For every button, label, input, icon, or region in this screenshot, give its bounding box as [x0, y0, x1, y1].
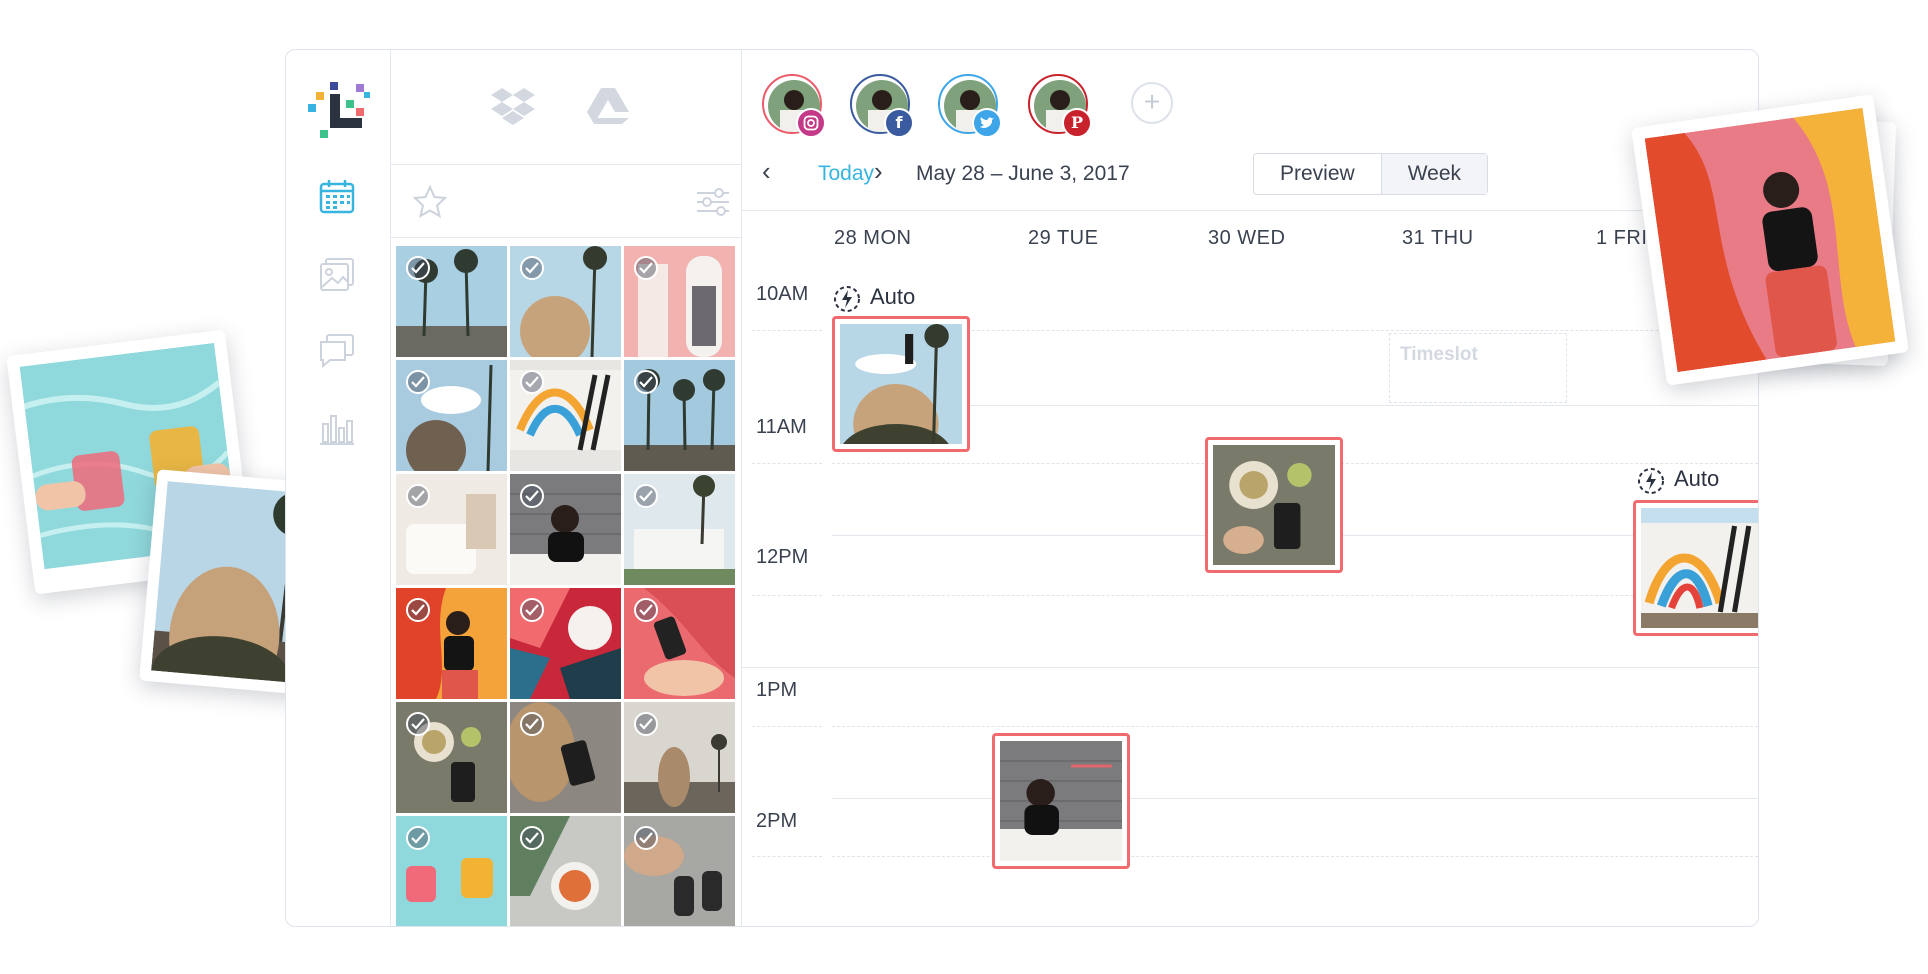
day-header-wed: 30 WED	[1208, 227, 1286, 249]
day-header-tue: 29 TUE	[1028, 227, 1099, 249]
polaroid-selfie	[1631, 94, 1909, 386]
selected-check-icon[interactable]	[406, 370, 430, 394]
twitter-icon	[972, 108, 1002, 138]
account-avatar-twitter[interactable]	[938, 74, 1002, 138]
add-account-button[interactable]: +	[1131, 82, 1173, 124]
prev-week-button[interactable]: ‹	[762, 156, 771, 187]
date-range-label: May 28 – June 3, 2017	[916, 162, 1130, 185]
conversations-icon[interactable]	[318, 332, 356, 370]
media-thumb[interactable]	[624, 360, 735, 471]
selected-check-icon[interactable]	[520, 712, 544, 736]
media-thumb[interactable]	[396, 474, 507, 585]
google-drive-icon[interactable]	[587, 88, 629, 124]
time-label-10am: 10AM	[756, 283, 809, 305]
view-switcher: Preview Week	[1253, 153, 1489, 195]
instagram-icon	[796, 108, 826, 138]
media-thumb[interactable]	[624, 474, 735, 585]
app-logo-icon	[308, 82, 370, 138]
next-week-button[interactable]: ›	[874, 156, 883, 187]
gutter-line	[752, 330, 822, 331]
media-thumb[interactable]	[396, 816, 507, 926]
selected-check-icon[interactable]	[406, 484, 430, 508]
account-avatar-instagram[interactable]	[762, 74, 826, 138]
media-library-icon[interactable]	[318, 255, 356, 293]
day-header-fri: 1 FRI	[1596, 227, 1648, 249]
dropbox-icon[interactable]	[491, 86, 535, 126]
selected-check-icon[interactable]	[520, 484, 544, 508]
selected-check-icon[interactable]	[406, 598, 430, 622]
media-thumb[interactable]	[510, 816, 621, 926]
media-thumb[interactable]	[624, 816, 735, 926]
day-header-mon: 28 MON	[834, 227, 912, 249]
selected-check-icon[interactable]	[520, 370, 544, 394]
sliders-icon[interactable]	[697, 187, 729, 217]
media-thumb[interactable]	[396, 588, 507, 699]
account-avatar-facebook[interactable]: f	[850, 74, 914, 138]
library-filter-bar	[391, 165, 741, 238]
gutter-line	[752, 856, 822, 857]
selected-check-icon[interactable]	[634, 712, 658, 736]
day-header-thu: 31 THU	[1402, 227, 1474, 249]
account-avatar-pinterest[interactable]: P	[1028, 74, 1092, 138]
hour-line	[742, 667, 1758, 668]
selected-check-icon[interactable]	[634, 256, 658, 280]
selected-check-icon[interactable]	[406, 826, 430, 850]
media-thumb[interactable]	[510, 702, 621, 813]
media-thumb[interactable]	[510, 474, 621, 585]
selected-check-icon[interactable]	[406, 712, 430, 736]
gutter-line	[752, 463, 822, 464]
half-hour-line	[832, 726, 1758, 727]
selected-check-icon[interactable]	[406, 256, 430, 280]
facebook-icon: f	[884, 108, 914, 138]
media-thumb[interactable]	[510, 360, 621, 471]
week-view-button[interactable]: Week	[1380, 154, 1488, 194]
scheduled-post-tue[interactable]	[992, 733, 1130, 869]
auto-publish-icon	[1638, 468, 1664, 494]
app-window: f P + ‹ Today › May 28 – June 3, 2017 Pr…	[285, 49, 1759, 927]
selected-check-icon[interactable]	[520, 256, 544, 280]
scheduled-post-mon[interactable]	[832, 316, 970, 452]
media-thumb[interactable]	[624, 246, 735, 357]
star-icon[interactable]	[413, 185, 447, 219]
scheduled-post-fri[interactable]	[1633, 500, 1758, 636]
selected-check-icon[interactable]	[634, 826, 658, 850]
header-divider	[742, 210, 1758, 211]
media-thumb[interactable]	[510, 246, 621, 357]
gutter-line	[752, 726, 822, 727]
half-hour-line	[832, 330, 1758, 331]
half-hour-line	[832, 595, 1758, 596]
today-button[interactable]: Today	[818, 162, 874, 186]
calendar-panel: f P + ‹ Today › May 28 – June 3, 2017 Pr…	[742, 50, 1758, 926]
nav-rail	[286, 50, 391, 926]
media-thumb[interactable]	[510, 588, 621, 699]
hour-line	[832, 798, 1758, 799]
media-thumb[interactable]	[396, 246, 507, 357]
time-label-12pm: 12PM	[756, 546, 809, 568]
time-label-2pm: 2PM	[756, 810, 798, 832]
media-thumb[interactable]	[396, 702, 507, 813]
selected-check-icon[interactable]	[634, 484, 658, 508]
media-thumb[interactable]	[624, 588, 735, 699]
media-thumb[interactable]	[396, 360, 507, 471]
half-hour-line	[832, 856, 1758, 857]
hour-line	[832, 405, 1758, 406]
empty-timeslot[interactable]: Timeslot	[1389, 333, 1567, 403]
auto-publish-icon	[834, 286, 860, 312]
selected-check-icon[interactable]	[520, 598, 544, 622]
scheduled-post-wed[interactable]	[1205, 437, 1343, 573]
library-sources	[391, 50, 741, 165]
pinterest-icon: P	[1062, 108, 1092, 138]
gutter-line	[752, 595, 822, 596]
preview-view-button[interactable]: Preview	[1254, 154, 1381, 194]
media-thumb[interactable]	[624, 702, 735, 813]
time-label-1pm: 1PM	[756, 679, 798, 701]
analytics-icon[interactable]	[318, 410, 356, 448]
selected-check-icon[interactable]	[520, 826, 544, 850]
time-label-11am: 11AM	[756, 416, 807, 438]
media-library-panel	[391, 50, 742, 926]
calendar-icon[interactable]	[318, 178, 356, 216]
selected-check-icon[interactable]	[634, 370, 658, 394]
selected-check-icon[interactable]	[634, 598, 658, 622]
